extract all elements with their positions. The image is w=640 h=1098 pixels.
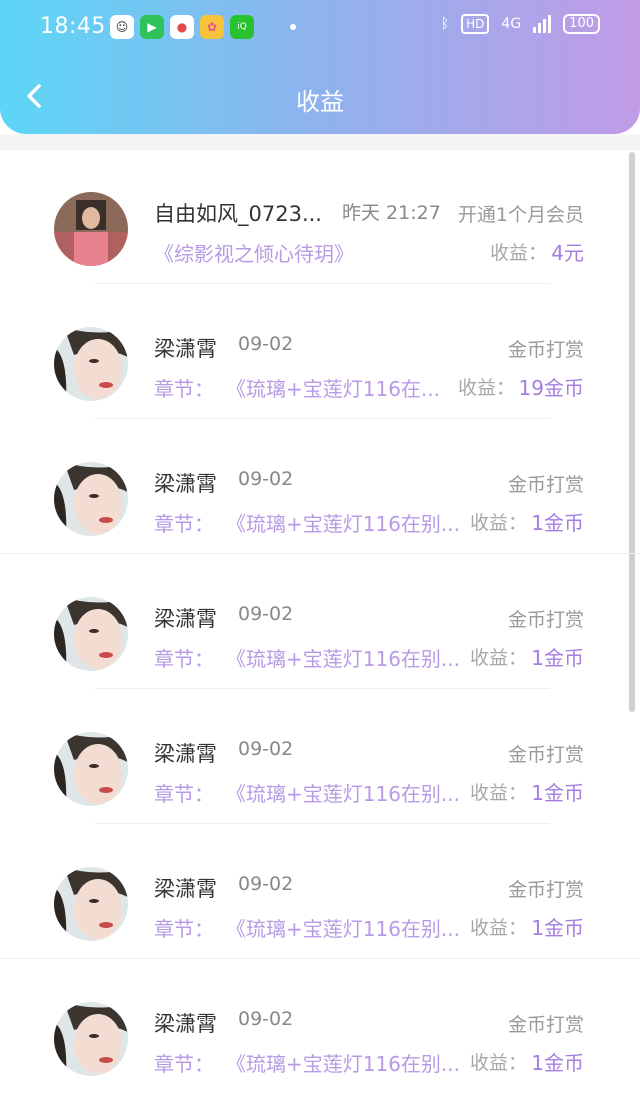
top-gap [0,134,640,150]
list-item[interactable]: 梁潇霄 09-02 金币打赏 章节： 《琉璃+宝莲灯116在别... 收益： 1… [0,825,640,960]
chapter-title: 《琉璃+宝莲灯116在别... [226,512,461,536]
earn-label: 收益： [470,917,528,939]
record-name: 梁潇霄 [154,1012,217,1036]
divider [95,418,550,419]
status-indicators: ᛒ HD 4G 100 [441,14,600,34]
chapter-title: 《琉璃+宝莲灯116在别... [226,647,461,671]
earn-value: 1金币 [531,916,584,940]
list-item[interactable]: 梁潇霄 09-02 金币打赏 章节： 《琉璃+宝莲灯116在别... 收益： 1… [0,960,640,1095]
network-type: 4G [501,16,522,32]
avatar [54,732,128,806]
earn-value: 1金币 [531,781,584,805]
divider [0,958,640,959]
signal-icon [533,15,552,33]
record-name: 梁潇霄 [154,607,217,631]
divider [95,688,550,689]
list-item[interactable]: 梁潇霄 09-02 金币打赏 章节： 《琉璃+宝莲灯116在别... 收益： 1… [0,555,640,690]
chapter-label: 章节： [154,377,214,401]
record-name: 梁潇霄 [154,472,217,496]
record-date: 09-02 [238,603,294,625]
record-name: 梁潇霄 [154,742,217,766]
chapter-label: 章节： [154,1052,214,1076]
divider [95,283,550,284]
earn-label: 收益： [470,782,528,804]
list-item[interactable]: 梁潇霄 09-02 金币打赏 章节： 《琉璃+宝莲灯116在别... 收益： 1… [0,690,640,825]
avatar [54,192,128,266]
chapter-label: 章节： [154,917,214,941]
map-app-icon: ● [170,15,194,39]
status-time: 18:45 [40,14,106,39]
record-date: 09-02 [238,1008,294,1030]
record-type: 金币打赏 [507,609,584,631]
record-name: 梁潇霄 [154,877,217,901]
iqiyi-app-icon: iQ [230,15,254,39]
record-date: 09-02 [238,738,294,760]
earn-value: 1金币 [531,1051,584,1075]
avatar [54,867,128,941]
avatar [54,597,128,671]
chapter-label: 章节： [154,647,214,671]
chapter-title: 《琉璃+宝莲灯116在... [226,377,441,401]
record-type: 金币打赏 [507,1014,584,1036]
record-type: 金币打赏 [507,879,584,901]
chapter-title: 《琉璃+宝莲灯116在别... [226,782,461,806]
more-notifications-dot [290,24,296,30]
record-name: 梁潇霄 [154,337,217,361]
earn-label: 收益： [470,1052,528,1074]
list-item[interactable]: 梁潇霄 09-02 金币打赏 章节： 《琉璃+宝莲灯116在别... 收益： 1… [0,420,640,555]
avatar [54,1002,128,1076]
chapter-title: 《琉璃+宝莲灯116在别... [226,917,461,941]
header: 18:45 ☺ ▶ ● ✿ iQ ᛒ HD 4G 100 收益 [0,0,640,134]
earn-label: 收益： [470,512,528,534]
earn-label: 收益： [458,377,516,399]
earn-label: 收益： [490,242,548,264]
record-type: 开通1个月会员 [457,204,584,226]
earn-value: 1金币 [531,511,584,535]
earn-value: 1金币 [531,646,584,670]
app-notification-icon: ☺ [110,15,134,39]
play-app-icon: ▶ [140,15,164,39]
record-type: 金币打赏 [507,339,584,361]
avatar [54,327,128,401]
list-item[interactable]: 梁潇霄 09-02 金币打赏 章节： 《琉璃+宝莲灯116在... 收益： 19… [0,285,640,420]
record-date: 09-02 [238,333,294,355]
earn-value: 4元 [551,241,584,265]
earn-value: 19金币 [518,376,584,400]
record-book: 《综影视之倾心待玥》 [154,242,354,266]
photo-app-icon: ✿ [200,15,224,39]
divider [0,553,640,554]
notification-icons: ☺ ▶ ● ✿ iQ [110,15,296,39]
hd-badge: HD [461,14,490,34]
divider [95,823,550,824]
record-type: 金币打赏 [507,474,584,496]
record-name: 自由如风_0723... [154,202,322,226]
record-date: 09-02 [238,873,294,895]
chapter-title: 《琉璃+宝莲灯116在别... [226,1052,461,1076]
record-date: 09-02 [238,468,294,490]
record-date: 昨天 21:27 [342,202,441,224]
list-item[interactable]: 自由如风_0723... 昨天 21:27 开通1个月会员 《综影视之倾心待玥》… [0,150,640,285]
nav-bar: 收益 [0,60,640,134]
battery-icon: 100 [563,14,600,34]
chapter-label: 章节： [154,512,214,536]
page-title: 收益 [296,88,344,116]
bluetooth-icon: ᛒ [440,16,450,32]
chapter-label: 章节： [154,782,214,806]
record-type: 金币打赏 [507,744,584,766]
avatar [54,462,128,536]
status-bar: 18:45 ☺ ▶ ● ✿ iQ ᛒ HD 4G 100 [0,0,640,58]
earn-label: 收益： [470,647,528,669]
